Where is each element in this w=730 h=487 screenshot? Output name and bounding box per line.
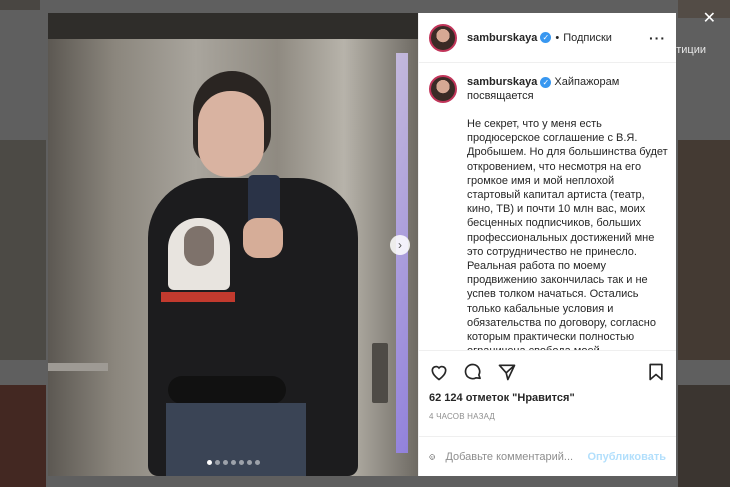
share-icon[interactable] (497, 362, 517, 382)
carousel-dot[interactable] (246, 460, 252, 465)
likes-count[interactable]: 62 124 отметок "Нравится" (429, 392, 666, 404)
action-icons (429, 359, 666, 385)
chevron-right-icon[interactable]: › (390, 235, 410, 255)
more-icon[interactable]: ··· (649, 30, 666, 46)
carousel-dot[interactable] (206, 460, 212, 465)
carousel-dot[interactable] (222, 460, 228, 465)
carousel-dot[interactable] (254, 460, 260, 465)
comment-icon[interactable] (463, 362, 483, 382)
post-modal: › samburskaya ✓ • Подписки ··· samburska… (48, 13, 676, 476)
caption-header: samburskaya ✓ Хайпажорам посвящается (429, 75, 666, 103)
post-header: samburskaya ✓ • Подписки ··· (419, 13, 676, 63)
post-actions: 62 124 отметок "Нравится" 4 ЧАСОВ НАЗАД (419, 350, 676, 436)
post-photo[interactable]: › (48, 13, 418, 476)
caption-area: samburskaya ✓ Хайпажорам посвящается Не с… (419, 63, 676, 350)
bookmark-icon[interactable] (646, 362, 666, 382)
caption-heading: samburskaya ✓ Хайпажорам посвящается (467, 75, 666, 103)
following-button[interactable]: Подписки (563, 32, 612, 44)
separator-dot: • (555, 31, 560, 44)
close-icon[interactable]: ✕ (703, 8, 716, 28)
elevator-ceiling (48, 13, 418, 39)
heart-icon[interactable] (429, 362, 449, 382)
comment-input[interactable] (445, 450, 588, 463)
carousel-dots (48, 460, 418, 465)
person-face (198, 91, 264, 177)
comment-bar: Опубликовать (419, 436, 676, 476)
hoodie-print-text (161, 292, 235, 302)
carousel-dot[interactable] (214, 460, 220, 465)
feed-partial-caption: тиции (676, 44, 706, 56)
person-hand (243, 218, 283, 258)
caption-body: Не секрет, что у меня есть продюсерское … (467, 118, 668, 350)
post-side-panel: samburskaya ✓ • Подписки ··· samburskaya… (418, 13, 676, 476)
verified-icon: ✓ (540, 77, 552, 88)
avatar[interactable] (429, 23, 457, 52)
carousel-dot[interactable] (230, 460, 236, 465)
belt-bag (168, 376, 286, 404)
caption-username[interactable]: samburskaya (467, 76, 537, 88)
smile-icon[interactable] (429, 447, 435, 467)
verified-icon: ✓ (540, 32, 552, 43)
person-jeans (166, 403, 306, 476)
publish-comment-button[interactable]: Опубликовать (587, 451, 666, 463)
username-link[interactable]: samburskaya (467, 32, 537, 44)
elevator-rail (48, 363, 108, 371)
elevator-panel (372, 343, 388, 403)
carousel-dot[interactable] (238, 460, 244, 465)
post-time[interactable]: 4 ЧАСОВ НАЗАД (429, 412, 666, 421)
hoodie-print-face (184, 226, 214, 266)
avatar[interactable] (429, 75, 457, 103)
